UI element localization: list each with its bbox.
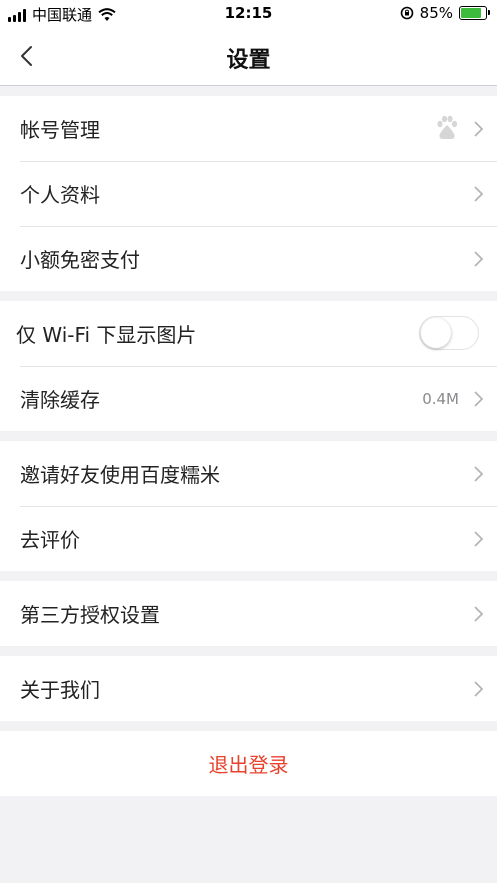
- settings-group-about: 关于我们: [0, 656, 497, 721]
- logout-label: 退出登录: [208, 753, 289, 777]
- chevron-right-icon: [474, 681, 484, 697]
- settings-group-account: 帐号管理 个人资料 小额免密支付: [0, 96, 497, 291]
- rotation-lock-icon: [400, 6, 413, 20]
- row-label: 邀请好友使用百度糯米: [20, 463, 220, 487]
- settings-group-authorization: 第三方授权设置: [0, 581, 497, 646]
- status-bar: 中国联通 12:15 85%: [0, 0, 497, 28]
- password-free-payment-row[interactable]: 小额免密支付: [0, 226, 497, 291]
- chevron-right-icon: [474, 531, 484, 547]
- chevron-right-icon: [474, 186, 484, 202]
- personal-info-row[interactable]: 个人资料: [0, 161, 497, 226]
- row-label: 清除缓存: [20, 388, 100, 412]
- settings-group-share: 邀请好友使用百度糯米 去评价: [0, 441, 497, 571]
- battery-charging-icon: [459, 6, 490, 20]
- row-label: 小额免密支付: [20, 248, 140, 272]
- chevron-right-icon: [474, 466, 484, 482]
- chevron-right-icon: [474, 251, 484, 267]
- clear-cache-row[interactable]: 清除缓存 0.4M: [0, 366, 497, 431]
- row-label: 去评价: [20, 528, 80, 552]
- battery-percent: 85%: [419, 4, 453, 22]
- chevron-right-icon: [474, 606, 484, 622]
- row-label: 个人资料: [20, 183, 100, 207]
- invite-friends-row[interactable]: 邀请好友使用百度糯米: [0, 441, 497, 506]
- account-management-row[interactable]: 帐号管理: [0, 96, 497, 161]
- row-label: 第三方授权设置: [20, 603, 160, 627]
- logout-button[interactable]: 退出登录: [0, 731, 497, 796]
- settings-group-storage: 仅 Wi-Fi 下显示图片 清除缓存 0.4M: [0, 301, 497, 431]
- wifi-only-images-toggle[interactable]: [419, 316, 479, 350]
- page-title: 设置: [226, 48, 271, 73]
- wifi-only-images-row: 仅 Wi-Fi 下显示图片: [0, 301, 497, 366]
- row-label: 帐号管理: [20, 118, 100, 142]
- cache-size-value: 0.4M: [422, 389, 459, 408]
- third-party-auth-row[interactable]: 第三方授权设置: [0, 581, 497, 646]
- navigation-bar: 设置: [0, 28, 497, 86]
- battery-level: [461, 8, 482, 18]
- row-label: 关于我们: [20, 678, 100, 702]
- chevron-right-icon: [474, 391, 484, 407]
- about-us-row[interactable]: 关于我们: [0, 656, 497, 721]
- row-label: 仅 Wi-Fi 下显示图片: [16, 323, 197, 347]
- rate-app-row[interactable]: 去评价: [0, 506, 497, 571]
- toggle-knob: [421, 318, 451, 348]
- chevron-right-icon: [474, 121, 484, 137]
- baidu-paw-icon: [437, 115, 458, 139]
